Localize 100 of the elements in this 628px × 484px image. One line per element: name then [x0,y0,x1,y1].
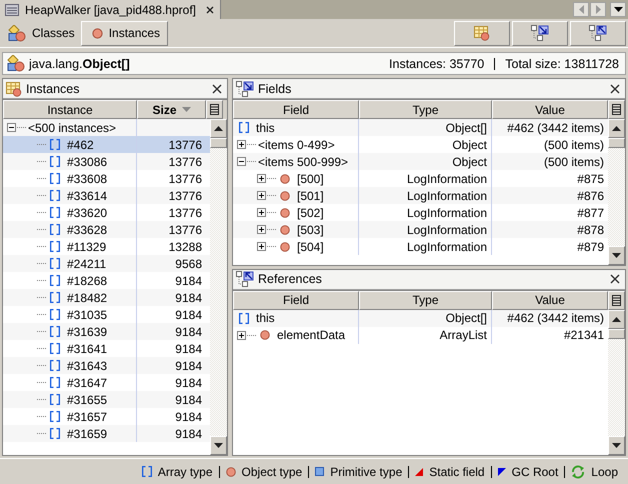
tree-label: this [256,311,275,325]
close-icon[interactable] [610,84,620,94]
expand-toggle[interactable] [257,225,266,234]
scroll-down-icon[interactable] [214,443,223,448]
table-row[interactable]: #33086 13776 [3,153,210,170]
scrollbar[interactable] [608,119,625,264]
table-cell-text: (500 items) [542,154,605,170]
hierarchy-icon [531,25,549,41]
scrollbar[interactable] [210,119,227,455]
scroll-down-icon[interactable] [612,252,621,258]
tree-connector [267,178,276,179]
column-header[interactable]: Size [137,100,206,119]
column-chooser-button[interactable] [206,100,223,119]
tree-label: #33086 [67,154,108,168]
table-row[interactable]: #33614 13776 [3,187,210,204]
toolbar-button[interactable] [570,20,626,46]
expand-toggle[interactable] [7,123,16,132]
column-header[interactable]: Field [233,290,359,310]
table-row[interactable]: #18482 9184 [3,289,210,306]
scrollbar[interactable] [608,310,625,455]
tree-label: #18268 [67,274,108,288]
column-header[interactable]: Instance [3,100,137,119]
table-cell-text: 9184 [174,272,203,289]
table-row[interactable]: [503] LogInformation #878 [233,221,608,238]
table-cell: ArrayList [359,326,492,344]
column-header[interactable]: Field [233,100,359,119]
table-row[interactable]: #31659 9184 [3,425,210,442]
table-cell-text: #875 [576,170,605,187]
scroll-up-icon[interactable] [612,126,621,131]
tree-label: #33620 [67,206,108,220]
tree-label: #31657 [67,410,108,424]
column-header[interactable]: Type [359,290,492,310]
tree-connector [37,348,46,349]
array-icon [50,377,60,388]
hierarchy-icon [236,271,254,287]
table-row[interactable]: #462 13776 [3,136,210,153]
table-row[interactable]: #31643 9184 [3,357,210,374]
table-row[interactable]: <500 instances> [3,119,210,136]
tree-label: #31035 [67,308,108,322]
scroll-down-icon[interactable] [612,443,621,448]
expand-toggle[interactable] [237,157,246,166]
table-row[interactable]: <items 500-999> Object (500 items) [233,153,608,170]
legend-label: Static field [429,464,485,478]
dropdown-button[interactable] [610,2,626,17]
table-row[interactable]: elementData ArrayList #21341 [233,326,608,344]
scroll-up-icon[interactable] [214,126,223,131]
expand-toggle[interactable] [257,208,266,217]
window-icon [5,4,19,16]
tree-label: #31647 [67,376,108,390]
scrollbar-thumb[interactable] [608,328,625,338]
scrollbar-thumb[interactable] [210,138,227,148]
tree-connector [267,212,276,213]
table-cell-text: 13776 [168,222,203,238]
close-icon[interactable] [212,84,222,94]
tree-connector [37,212,46,213]
table-row[interactable]: this Object[] #462 (3442 items) [233,119,608,136]
tree-connector [247,161,256,162]
array-icon [50,241,60,252]
column-header[interactable]: Value [492,100,608,119]
table-cell-text: (500 items) [542,136,605,153]
scrollbar-thumb[interactable] [608,138,625,148]
editor-tab[interactable]: HeapWalker [java_pid488.hprof] [0,0,221,19]
table-cell-text: 9184 [174,392,203,408]
expand-toggle[interactable] [237,330,246,340]
view-tab[interactable]: Classes [2,20,81,46]
toolbar-button[interactable] [512,20,568,46]
column-header[interactable]: Value [492,290,608,310]
table-cell-text: #462 (3442 items) [506,120,605,136]
table-cell-text: 9184 [174,374,203,391]
table-row[interactable]: #31639 9184 [3,323,210,340]
expand-toggle[interactable] [257,242,266,251]
instance-count: Instances: 35770 [389,56,484,70]
scroll-up-icon[interactable] [612,316,621,322]
array-icon [50,394,60,405]
column-chooser-button[interactable] [608,290,625,310]
column-chooser-button[interactable] [608,100,625,119]
array-icon [50,275,60,286]
table-row[interactable]: #33628 13776 [3,221,210,238]
expand-toggle[interactable] [257,174,266,183]
table-row[interactable]: #24211 9568 [3,255,210,272]
table-row[interactable]: #31655 9184 [3,391,210,408]
view-tab[interactable]: Instances [80,20,168,46]
array-icon [142,466,152,477]
table-row[interactable]: [501] LogInformation #876 [233,187,608,204]
expand-toggle[interactable] [237,140,246,149]
tree-connector [247,334,256,336]
expand-toggle[interactable] [257,191,266,200]
legend-label: GC Root [512,464,558,478]
toolbar-button[interactable] [454,20,510,46]
column-header[interactable]: Type [359,100,492,119]
table-icon [6,80,22,96]
close-icon[interactable] [610,274,620,284]
close-icon[interactable] [206,6,214,14]
table-row[interactable]: this Object[] #462 (3442 items) [233,310,608,326]
hierarchy-icon [589,25,607,41]
class-name: java.lang.Object[] [29,56,130,70]
panel-title: References [258,272,322,286]
tree-label: #462 [67,138,94,152]
tree-connector [37,416,46,417]
tree-label: this [256,120,275,134]
